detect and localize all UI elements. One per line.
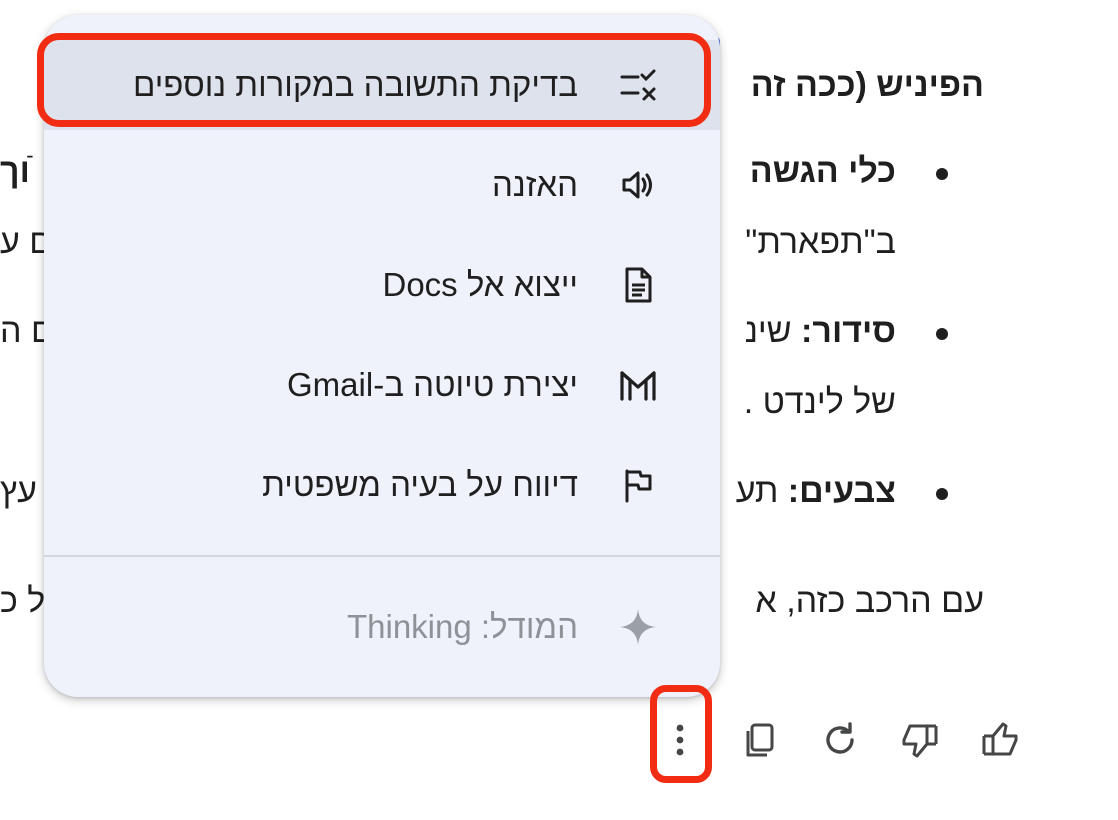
cut-off-text: ל כ	[0, 582, 46, 620]
bullet-1-title: כלי הגשה	[749, 152, 896, 190]
thumbs-down-button[interactable]	[892, 712, 948, 768]
menu-divider	[44, 555, 720, 557]
gmail-icon	[618, 365, 658, 405]
more-options-button[interactable]	[652, 700, 708, 780]
menu-item-double-check[interactable]: בדיקת התשובה במקורות נוספים	[44, 40, 720, 130]
bullet-2-text-line2: של לינדט .	[743, 383, 896, 421]
copy-button[interactable]	[732, 712, 788, 768]
sparkle-icon	[618, 607, 658, 647]
more-options-menu: בדיקת התשובה במקורות נוספים האזנה ייצוא …	[44, 15, 720, 697]
menu-item-listen[interactable]: האזנה	[44, 140, 720, 230]
bullet-1-text: ב"תפארת"	[745, 223, 896, 261]
menu-item-label: דיווח על בעיה משפטית	[262, 466, 578, 503]
bullet-2-line: סידור: שינ	[745, 312, 896, 351]
bullet-dot	[936, 328, 948, 340]
speaker-icon	[618, 165, 658, 205]
bullet-2-title: סידור:	[801, 312, 896, 350]
flag-icon	[618, 465, 658, 505]
menu-item-report-legal[interactable]: דיווח על בעיה משפטית	[44, 440, 720, 530]
thumbs-down-icon	[902, 724, 938, 758]
thumbs-up-button[interactable]	[972, 712, 1028, 768]
menu-item-label: ייצוא אל Docs	[382, 266, 579, 303]
bullet-2-text: שינ	[744, 312, 802, 350]
closing-text: עם הרכב כזה, א	[755, 582, 984, 620]
document-icon	[618, 265, 658, 305]
bullet-3-title: צבעים:	[787, 472, 896, 510]
model-info: המודל: Thinking	[44, 582, 720, 672]
bullet-dot	[936, 488, 948, 500]
cut-off-text: ֿוך	[0, 152, 30, 190]
double-check-icon	[618, 65, 658, 105]
menu-item-export-docs[interactable]: ייצוא אל Docs	[44, 240, 720, 330]
model-label: המודל: Thinking	[346, 608, 578, 645]
regenerate-button[interactable]	[812, 712, 868, 768]
cut-off-text: עץ	[0, 472, 37, 510]
response-heading: הפיניש (ככה זה	[750, 66, 984, 104]
menu-item-gmail-draft[interactable]: יצירת טיוטה ב-Gmail	[44, 340, 720, 430]
menu-item-label: בדיקת התשובה במקורות נוספים	[132, 66, 578, 103]
thumbs-up-icon	[982, 722, 1018, 756]
bullet-dot	[936, 168, 948, 180]
copy-icon	[746, 723, 774, 757]
more-vert-icon	[676, 724, 684, 756]
bullet-3-text: תע	[735, 472, 788, 510]
menu-item-label: האזנה	[491, 166, 578, 203]
menu-item-label: יצירת טיוטה ב-Gmail	[287, 366, 578, 403]
bullet-3-line: צבעים: תע	[736, 472, 896, 511]
redo-icon	[826, 722, 854, 754]
